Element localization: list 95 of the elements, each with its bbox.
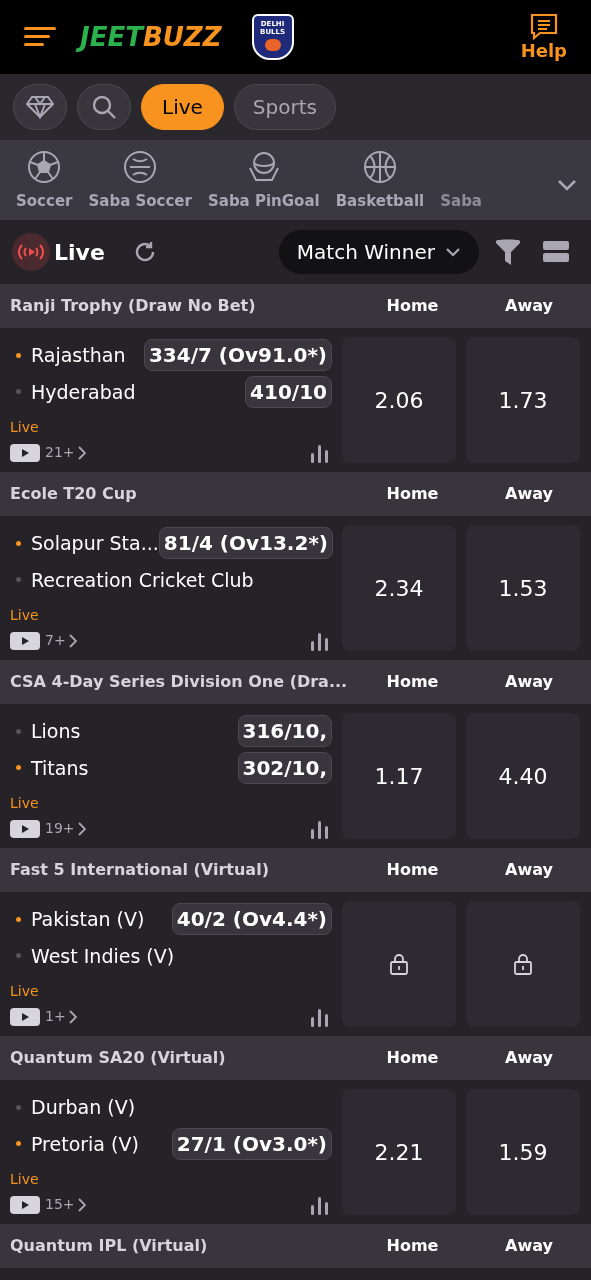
league-title: Ranji Trophy (Draw No Bet) (10, 295, 257, 317)
pingoal-icon (246, 150, 281, 184)
score-badge: 316/10, (237, 715, 332, 748)
brand-logo: JEETBUZZ (74, 19, 230, 55)
league-title: Ecole T20 Cup (10, 483, 138, 505)
live-title: Live (54, 238, 105, 267)
column-header: Away (504, 1047, 554, 1069)
column-header: Home (385, 1047, 440, 1069)
team-name: Rajasthan (31, 343, 126, 368)
market-count[interactable]: 7+ (45, 630, 66, 651)
team-name: Recreation Cricket Club (31, 567, 254, 593)
chevron-right-icon[interactable] (68, 633, 77, 648)
sport-item[interactable]: Saba PinGoal (207, 150, 320, 213)
league-title: Quantum SA20 (Virtual) (10, 1047, 227, 1069)
league-title: Fast 5 International (Virtual) (10, 859, 270, 881)
odds-button[interactable]: 2.34 (342, 525, 456, 651)
search-icon (91, 94, 117, 120)
video-icon[interactable] (10, 443, 40, 462)
score-badge: 334/7 (Ov91.0*) (143, 339, 332, 372)
lock-icon (513, 953, 533, 975)
chat-icon (528, 13, 559, 41)
score-badge: 81/4 (Ov13.2*) (158, 527, 333, 560)
team-name: Durban (V) (31, 1095, 136, 1120)
video-icon[interactable] (10, 1007, 40, 1026)
team-name: Solapur Sta... (31, 531, 159, 556)
live-icon (12, 233, 50, 271)
chevron-right-icon[interactable] (77, 445, 86, 460)
score-badge: 410/10 (245, 375, 332, 408)
video-icon[interactable] (10, 819, 40, 838)
column-header: Home (385, 295, 440, 317)
stats-icon[interactable] (310, 442, 330, 463)
filter-icon[interactable] (495, 238, 521, 266)
column-header: Home (385, 859, 440, 881)
chevron-right-icon[interactable] (77, 1197, 86, 1212)
live-label: Live (10, 418, 40, 437)
team-name: Titans (31, 755, 89, 781)
live-label: Live (10, 1170, 40, 1189)
tab[interactable]: Live (141, 84, 224, 130)
column-header: Home (385, 671, 440, 693)
search-button[interactable] (77, 84, 131, 130)
column-header: Home (385, 1235, 440, 1257)
menu-icon[interactable] (24, 26, 56, 48)
layout-icon[interactable] (543, 240, 569, 264)
video-icon[interactable] (10, 1195, 40, 1214)
market-count[interactable]: 21+ (45, 442, 75, 463)
score-badge: 302/10, (237, 751, 332, 784)
team-name: Pretoria (V) (31, 1131, 139, 1157)
video-icon[interactable] (10, 631, 40, 650)
help-button[interactable]: Help (520, 13, 567, 61)
chevron-right-icon[interactable] (68, 1009, 77, 1024)
team-name: Hyderabad (31, 379, 136, 405)
market-dropdown[interactable]: Match Winner (278, 230, 479, 274)
team-name: Lions (31, 719, 81, 744)
caret-icon (445, 247, 461, 257)
odds-button[interactable]: 1.53 (466, 525, 580, 651)
live-label: Live (10, 794, 40, 813)
column-header: Away (504, 483, 554, 505)
market-count[interactable]: 15+ (45, 1194, 75, 1215)
odds-button[interactable]: 1.73 (466, 337, 580, 463)
column-header: Home (385, 483, 440, 505)
odds-button[interactable]: 1.59 (466, 1089, 580, 1215)
soccer-icon (27, 150, 62, 184)
stats-icon[interactable] (310, 1006, 330, 1027)
league-title: Quantum IPL (Virtual) (10, 1235, 209, 1257)
market-count[interactable]: 19+ (45, 818, 75, 839)
chevron-down-icon[interactable] (557, 179, 577, 191)
odds-button[interactable]: 2.06 (342, 337, 456, 463)
tab[interactable]: Sports (233, 84, 336, 130)
live-label: Live (10, 606, 40, 625)
odds-button[interactable]: 1.17 (342, 713, 456, 839)
basketball-icon (362, 150, 397, 184)
league-title: CSA 4-Day Series Division One (Dra... (10, 671, 349, 693)
sport-item[interactable]: Saba Soccer (88, 150, 192, 213)
chevron-right-icon[interactable] (77, 821, 86, 836)
column-header: Away (504, 671, 554, 693)
market-count[interactable]: 1+ (45, 1006, 66, 1027)
score-badge: 40/2 (Ov4.4*) (171, 903, 332, 936)
odds-button[interactable]: 2.21 (342, 1089, 456, 1215)
column-header: Away (504, 859, 554, 881)
diamond-icon (26, 95, 54, 119)
odds-button[interactable]: 4.40 (466, 713, 580, 839)
lock-icon (389, 953, 409, 975)
team-name: West Indies (V) (31, 943, 175, 969)
team-name: Pakistan (V) (31, 907, 145, 932)
column-header: Away (504, 1235, 554, 1257)
diamond-tab[interactable] (13, 84, 67, 130)
stats-icon[interactable] (310, 818, 330, 839)
live-label: Live (10, 982, 40, 1001)
column-header: Away (504, 295, 554, 317)
sport-item[interactable]: Basketball (335, 150, 425, 213)
sport-item[interactable]: Soccer (16, 150, 73, 213)
stats-icon[interactable] (310, 1194, 330, 1215)
score-badge: 27/1 (Ov3.0*) (171, 1127, 332, 1160)
saba-icon (123, 150, 158, 184)
stats-icon[interactable] (310, 630, 330, 651)
